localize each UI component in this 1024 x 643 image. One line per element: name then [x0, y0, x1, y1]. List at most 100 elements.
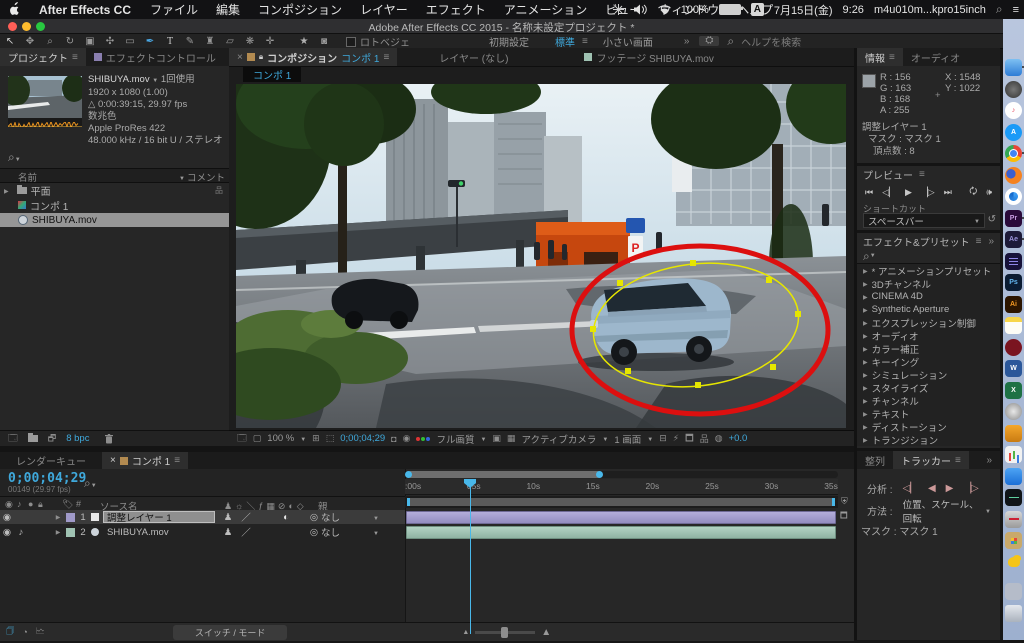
effect-category-row[interactable]: シミュレーション	[857, 368, 1000, 381]
next-frame-button[interactable]: ▕▷	[921, 187, 935, 198]
menu-host[interactable]: m4u010m...kpro15inch	[874, 4, 986, 16]
exposure-value[interactable]: +0.0	[729, 433, 748, 444]
tab-footage[interactable]: フッテージ SHIBUYA.mov	[576, 48, 721, 66]
close-tab-icon[interactable]: ×	[237, 52, 243, 63]
effect-category-row[interactable]: * アニメーションプリセット	[857, 264, 1000, 277]
navigator-start-handle[interactable]	[405, 471, 412, 478]
cyberduck-icon[interactable]	[1005, 554, 1022, 571]
input-source-icon[interactable]: A	[751, 3, 764, 16]
brush-tool[interactable]: ✎	[180, 36, 200, 47]
work-area-start-handle[interactable]	[407, 498, 410, 506]
project-item-solids-folder[interactable]: 平面 品	[0, 183, 229, 197]
type-tool[interactable]: T	[160, 36, 180, 47]
menu-item[interactable]: コンポジション	[249, 1, 351, 18]
reset-icon[interactable]: ↺	[988, 214, 996, 225]
puppet-pin-tool[interactable]: ✛	[260, 36, 280, 47]
effects-overflow-icon[interactable]	[988, 236, 994, 247]
graph-editor-icon[interactable]: 🗠	[36, 624, 45, 640]
layer-row-shibuya[interactable]: ◉ ♪ 2 SHIBUYA.mov ♟ ／ ◎ なし	[0, 525, 405, 539]
show-channel-icon[interactable]	[416, 437, 430, 441]
effect-category-row[interactable]: カラー補正	[857, 342, 1000, 355]
tab-layer[interactable]: レイヤー (なし)	[431, 48, 516, 66]
gauge-icon[interactable]	[1005, 403, 1022, 420]
viewer-subtab-comp1[interactable]: コンポ 1	[243, 67, 301, 82]
shy-switch[interactable]: ♟	[221, 527, 235, 538]
project-bit-depth[interactable]: 8 bpc	[66, 433, 89, 444]
tab-tracker[interactable]: トラッカー	[893, 451, 969, 469]
viewer-current-time[interactable]: 0;00;04;29	[340, 433, 385, 444]
3d-view-setting[interactable]: アクティブカメラ	[521, 432, 596, 446]
tab-info[interactable]: 情報	[857, 48, 903, 66]
tab-project[interactable]: プロジェクト	[0, 48, 86, 66]
safari-icon[interactable]	[1005, 188, 1022, 205]
effect-category-row[interactable]: キーイング	[857, 355, 1000, 368]
method-dropdown[interactable]: 位置、スケール、回転	[899, 504, 995, 517]
effect-category-row[interactable]: CINEMA 4D	[857, 290, 1000, 303]
mute-audio-icon[interactable]: 🕪	[986, 187, 992, 198]
effect-category-row[interactable]: チャンネル	[857, 394, 1000, 407]
help-search-icon[interactable]	[727, 34, 734, 49]
system-preferences-icon[interactable]	[1005, 81, 1022, 98]
analyze-forward-button[interactable]: ▶	[946, 483, 954, 494]
pen-tool[interactable]: ✒	[140, 36, 160, 47]
layer-label-color[interactable]	[66, 528, 75, 537]
camera-dropdown-icon[interactable]	[602, 433, 608, 444]
zoom-in-mountain-icon[interactable]: ▲	[541, 627, 551, 638]
firefox-icon[interactable]	[1005, 167, 1022, 184]
zoom-slider-handle[interactable]	[501, 627, 508, 638]
layer-name[interactable]: SHIBUYA.mov	[103, 527, 215, 538]
menu-clock[interactable]: 9:26	[843, 4, 864, 16]
current-time-display[interactable]: 0;00;04;29	[8, 471, 86, 486]
target-region-icon[interactable]: ▣	[492, 433, 501, 444]
excel-icon[interactable]: X	[1005, 382, 1022, 399]
hand-tool[interactable]: ✥	[20, 36, 40, 47]
pixel-aspect-icon[interactable]: ⊟	[659, 433, 667, 444]
davinci-resolve-icon[interactable]	[1005, 339, 1022, 356]
trash-icon[interactable]	[105, 434, 113, 444]
eye-icon[interactable]: ◉	[0, 527, 14, 538]
first-frame-button[interactable]: ⏮	[865, 187, 873, 198]
windows-folder-icon[interactable]	[1005, 532, 1022, 549]
clone-stamp-tool[interactable]: ♜	[200, 36, 220, 47]
menu-item[interactable]: エフェクト	[417, 1, 495, 18]
after-effects-icon[interactable]: Ae	[1005, 231, 1022, 248]
effect-category-row[interactable]: ディストーション	[857, 420, 1000, 433]
menu-item[interactable]: 編集	[207, 1, 249, 18]
pages-icon[interactable]	[1005, 425, 1022, 442]
project-search-input[interactable]	[8, 148, 21, 166]
comp-flowchart-icon[interactable]: 品	[700, 432, 709, 445]
workspace-menu-icon[interactable]	[582, 36, 588, 47]
playhead-line[interactable]	[470, 479, 471, 634]
zoom-dropdown-icon[interactable]	[300, 433, 306, 444]
parent-dropdown[interactable]: なし	[321, 525, 379, 539]
menu-item[interactable]: ファイル	[141, 1, 207, 18]
chrome-icon[interactable]	[1005, 145, 1022, 162]
trash-icon[interactable]	[1005, 605, 1022, 622]
notification-center-icon[interactable]: ≡	[1013, 4, 1018, 16]
zoom-level[interactable]: 100 %	[267, 433, 294, 444]
tab-audio[interactable]: オーディオ	[903, 48, 968, 66]
star-icon[interactable]: ★	[294, 36, 314, 47]
word-icon[interactable]: W	[1005, 360, 1022, 377]
always-preview-icon[interactable]: 🗔	[237, 431, 247, 447]
view-layout-setting[interactable]: 1 画面	[614, 432, 641, 446]
shortcut-dropdown[interactable]: スペースバー	[863, 213, 985, 228]
apple-menu[interactable]	[0, 2, 29, 18]
photoshop-icon[interactable]: Ps	[1005, 274, 1022, 291]
analyze-forward-1-button[interactable]: ▕▷	[963, 483, 978, 494]
effects-search-input[interactable]	[857, 249, 1000, 263]
timeline-zoom-slider[interactable]	[475, 631, 535, 634]
exposure-reset-icon[interactable]: ◍	[715, 433, 723, 444]
premiere-icon[interactable]: Pr	[1005, 210, 1022, 227]
zoom-tool[interactable]: ⌕	[40, 36, 60, 47]
tab-composition[interactable]: × 🔒︎ コンポジション コンポ 1	[229, 48, 397, 66]
analyze-backward-button[interactable]: ◀	[928, 483, 936, 494]
effect-category-row[interactable]: Synthetic Aperture	[857, 303, 1000, 316]
preview-menu-icon[interactable]	[919, 169, 925, 180]
region-of-interest-icon[interactable]: ⬚	[326, 433, 335, 444]
viewer-menu-icon[interactable]	[383, 52, 389, 63]
resolution-dropdown-icon[interactable]	[480, 433, 486, 444]
parent-dropdown[interactable]: なし	[321, 510, 379, 524]
panel-menu-icon[interactable]	[72, 52, 78, 63]
project-list-header[interactable]: 名前 コメント	[0, 168, 229, 183]
